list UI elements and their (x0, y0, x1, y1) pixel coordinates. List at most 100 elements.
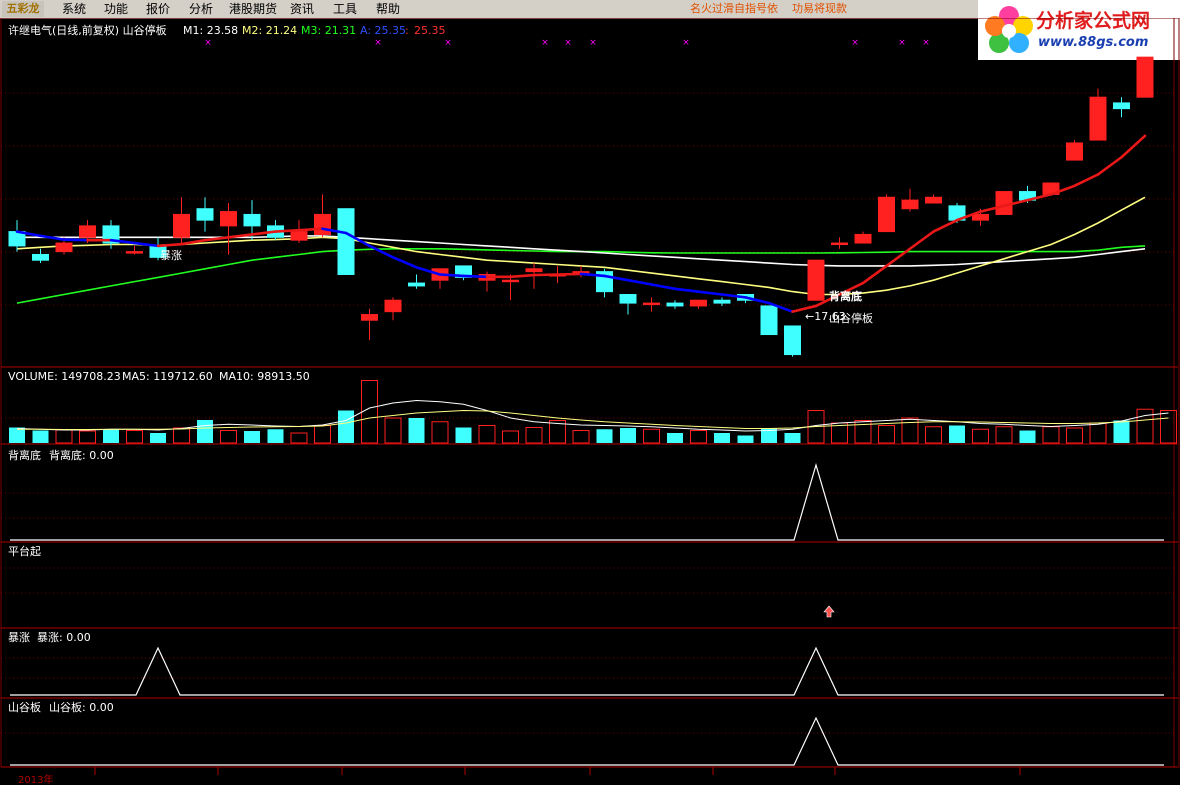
candle-body (1113, 102, 1130, 110)
candle-body (784, 325, 801, 356)
a-line-segment (462, 274, 489, 279)
menu-item-help[interactable]: 帮助 (376, 0, 400, 18)
candle-body (831, 242, 848, 246)
volume-bar (972, 428, 989, 444)
signal-marker: × (682, 38, 690, 48)
menu-item-quote[interactable]: 报价 (146, 0, 170, 18)
menu-item-analysis[interactable]: 分析 (189, 0, 213, 18)
menu-item-hk-futures[interactable]: 港股期货 (229, 0, 277, 18)
a-line-segment (62, 238, 89, 242)
baozhang-signal-line (10, 646, 1164, 696)
a-line-segment (156, 242, 183, 248)
candle-body (126, 251, 143, 254)
volume-bar (9, 427, 25, 443)
volume-bar (572, 430, 590, 444)
candle-body (995, 191, 1013, 215)
candlesticks (8, 56, 1154, 357)
menu-item-news[interactable]: 资讯 (290, 0, 314, 18)
signal-marker: × (851, 38, 859, 48)
candle-body (502, 279, 519, 283)
candle-body (1136, 56, 1154, 98)
a-line-segment (1096, 155, 1123, 176)
a-up-value: 25.35 (414, 24, 446, 37)
candle-body (901, 199, 919, 210)
shangu-label: 山谷停板 (829, 311, 873, 325)
candle-body (384, 299, 402, 313)
indicator-lines (10, 462, 1164, 766)
candle-body (79, 225, 96, 238)
signal-marker: × (922, 38, 930, 48)
m2-line (16, 196, 1146, 296)
volume-bars (9, 380, 1177, 444)
candle-body (619, 294, 637, 304)
volume-bar (901, 417, 919, 444)
candle-body (666, 302, 684, 307)
volume-bar (173, 427, 190, 444)
candle-body (243, 213, 261, 227)
volume-bar (643, 428, 660, 444)
volume-bar (79, 430, 96, 444)
candle-body (32, 253, 49, 261)
a-line-segment (39, 234, 66, 241)
volume-bar (878, 425, 895, 444)
beilidi-signal-line (10, 462, 1164, 541)
candle-body (1089, 96, 1107, 141)
volume-bar (455, 427, 472, 443)
candle-body (713, 299, 731, 304)
signal-marker: × (204, 38, 212, 48)
candle-body (807, 259, 825, 301)
candle-body (196, 208, 214, 221)
volume-bar (1042, 426, 1060, 444)
volume-bar (525, 427, 543, 444)
chart-area[interactable]: 许继电气(日线,前复权) 山谷停板 M1: 23.58 M2: 21.24 M3… (0, 18, 1180, 785)
volume-bar (126, 430, 143, 444)
volume-bar (361, 380, 378, 444)
volume-bar (267, 429, 284, 443)
volume-bar (244, 431, 260, 443)
volume-bar (384, 417, 402, 444)
volume-bar (408, 418, 425, 443)
volume-bar (32, 430, 49, 443)
menu-item-tools[interactable]: 工具 (333, 0, 357, 18)
volume-bar (431, 421, 449, 444)
a-line-segment (133, 241, 160, 248)
volume-bar (290, 432, 308, 444)
shangu-panel-value: 山谷板: 0.00 (49, 700, 114, 714)
a-line-segment (556, 272, 583, 276)
a-line-segment (509, 273, 536, 279)
news-ticker[interactable]: 名火过滑自指号依 功易将现款 (690, 0, 847, 18)
beilidi-label: 背离底 (829, 289, 862, 303)
volume-bar (502, 430, 519, 444)
signal-markers: × × × × × × × × × × (204, 38, 930, 48)
volume-bar (150, 433, 166, 443)
a-line-segment (673, 287, 700, 293)
volume-bar (690, 430, 707, 444)
a-value: A: 25.35 (360, 24, 406, 37)
a-line-segment (1120, 134, 1147, 159)
volume-bar (1136, 408, 1154, 444)
candle-body (314, 213, 331, 235)
a-line-segment (650, 283, 677, 291)
candle-body (878, 196, 895, 233)
menu-bar: 五彩龙 系统 功能 报价 分析 港股期货 资讯 工具 帮助 名火过滑自指号依 功易… (0, 0, 978, 19)
chart-border (0, 18, 1180, 768)
volume-bar (949, 425, 965, 443)
ticker-text-1: 名火过滑自指号依 (690, 2, 778, 15)
volume-ma10: MA10: 98913.50 (219, 370, 310, 383)
volume-ma5: MA5: 119712.60 (122, 370, 213, 383)
a-line-segment (932, 218, 959, 233)
candle-body (173, 213, 190, 238)
volume-bar (338, 410, 354, 443)
volume-value: VOLUME: 149708.23 (8, 370, 121, 383)
volume-bar (103, 429, 119, 443)
menu-item-system[interactable]: 系统 (62, 0, 86, 18)
menu-item-function[interactable]: 功能 (104, 0, 128, 18)
volume-bar (667, 433, 683, 443)
candle-body (760, 305, 778, 336)
candle-body (854, 233, 872, 244)
signal-marker: × (374, 38, 382, 48)
candle-body (925, 196, 942, 204)
volume-bar (1019, 430, 1036, 443)
candle-body (972, 213, 989, 221)
pingtai-panel-name: 平台起 (8, 544, 41, 558)
